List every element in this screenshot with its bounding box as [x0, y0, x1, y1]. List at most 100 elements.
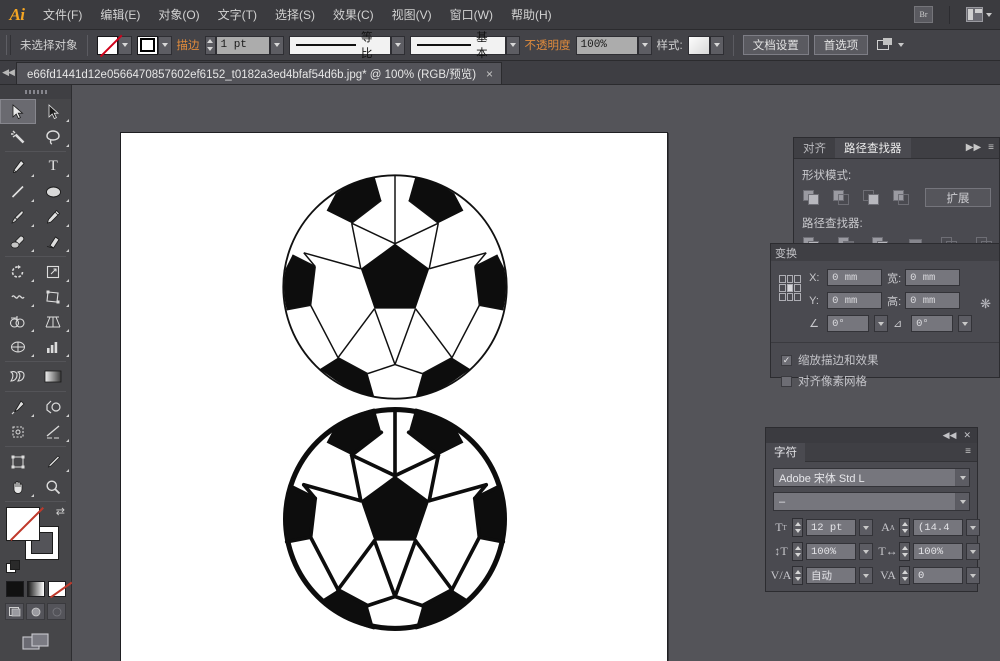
screen-mode-fullscreen-button[interactable]	[47, 603, 66, 620]
stepper-up-icon[interactable]	[795, 522, 801, 526]
rotate-input[interactable]: 0°	[827, 315, 869, 332]
magic-wand-tool[interactable]	[0, 124, 36, 149]
ref-point-mr[interactable]	[794, 284, 801, 292]
align-pixel-grid-option[interactable]: 对齐像素网格	[781, 373, 991, 389]
width-tool[interactable]	[0, 284, 36, 309]
expand-button[interactable]: 扩展	[925, 188, 991, 207]
stepper-down-icon[interactable]	[795, 577, 801, 581]
workspace-switcher-button[interactable]	[966, 7, 992, 22]
opacity-control[interactable]: 100%	[576, 36, 652, 55]
symbol-brush-tool[interactable]	[36, 449, 72, 474]
default-fill-stroke-icon[interactable]	[6, 560, 19, 573]
symbol-sprayer-tool[interactable]	[0, 364, 36, 389]
perspective-grid-tool[interactable]	[36, 309, 72, 334]
soccer-ball-thick[interactable]	[281, 405, 509, 638]
stepper-down-icon[interactable]	[795, 529, 801, 533]
ref-point-bc[interactable]	[787, 293, 794, 301]
font-family-dropdown-button[interactable]	[955, 469, 969, 486]
hand-tool[interactable]	[0, 474, 36, 499]
leading-stepper[interactable]	[899, 518, 910, 537]
font-family-select[interactable]: Adobe 宋体 Std L	[773, 468, 970, 487]
double-chevron-right-icon[interactable]: ▶▶	[966, 143, 981, 153]
height-input[interactable]: 0 mm	[905, 292, 960, 309]
control-bar-grip[interactable]	[6, 35, 11, 55]
brush-dropdown-button[interactable]	[506, 36, 520, 55]
artboard-tool[interactable]	[0, 419, 36, 444]
horizontal-scale-dropdown-button[interactable]	[966, 543, 980, 560]
preferences-button[interactable]: 首选项	[814, 35, 869, 55]
stroke-color-control[interactable]	[137, 36, 172, 55]
stepper-down-icon[interactable]	[902, 529, 908, 533]
pathfinder-exclude-button[interactable]	[892, 189, 912, 207]
pathfinder-unite-button[interactable]	[802, 189, 822, 207]
stepper-down-icon[interactable]	[902, 553, 908, 557]
close-icon[interactable]: ×	[486, 67, 493, 81]
tab-pathfinder[interactable]: 路径查找器	[835, 138, 911, 158]
ellipse-tool[interactable]	[36, 179, 72, 204]
blend-tool[interactable]	[36, 394, 72, 419]
opacity-input[interactable]: 100%	[576, 36, 638, 55]
bridge-icon[interactable]: Br	[914, 6, 933, 23]
selection-tool[interactable]	[0, 99, 36, 124]
stepper-up-icon[interactable]	[795, 570, 801, 574]
font-size-dropdown-button[interactable]	[859, 519, 873, 536]
menu-file[interactable]: 文件(F)	[34, 0, 91, 30]
font-size-input[interactable]: 12 pt	[806, 519, 856, 536]
align-pixel-grid-checkbox[interactable]	[781, 376, 792, 387]
pathfinder-intersect-button[interactable]	[862, 189, 882, 207]
menu-view[interactable]: 视图(V)	[383, 0, 441, 30]
stroke-weight-stepper[interactable]	[205, 36, 216, 55]
menu-type[interactable]: 文字(T)	[209, 0, 266, 30]
slice-tool[interactable]	[36, 419, 72, 444]
close-icon[interactable]: ✕	[963, 430, 971, 441]
rotate-tool[interactable]	[0, 259, 36, 284]
eyedropper-tool[interactable]	[0, 394, 36, 419]
pencil-tool[interactable]	[36, 204, 72, 229]
menu-help[interactable]: 帮助(H)	[502, 0, 561, 30]
constrain-proportions-icon[interactable]: ❋	[980, 296, 991, 312]
font-size-stepper[interactable]	[792, 518, 803, 537]
ref-point-bl[interactable]	[779, 293, 786, 301]
horizontal-scale-input[interactable]: 100%	[913, 543, 963, 560]
column-graph-tool[interactable]	[36, 334, 72, 359]
brush-definition-control[interactable]: 基本	[410, 36, 520, 55]
direct-selection-tool[interactable]	[36, 99, 72, 124]
stepper-up-icon[interactable]	[795, 546, 801, 550]
blob-brush-tool[interactable]	[0, 229, 36, 254]
scale-strokes-option[interactable]: ✓ 缩放描边和效果	[781, 352, 991, 368]
stepper-up-icon[interactable]	[902, 522, 908, 526]
free-transform-box-tool[interactable]	[0, 449, 36, 474]
mesh-tool[interactable]	[0, 334, 36, 359]
tracking-dropdown-button[interactable]	[966, 567, 980, 584]
stepper-up-icon[interactable]	[902, 570, 908, 574]
vertical-scale-control[interactable]: ↕T 100%	[773, 542, 873, 561]
shear-dropdown-button[interactable]	[958, 315, 972, 332]
transform-tab-label[interactable]: 变换	[775, 245, 797, 261]
line-segment-tool[interactable]	[0, 179, 36, 204]
vertical-scale-dropdown-button[interactable]	[859, 543, 873, 560]
leading-control[interactable]: AA (14.4	[880, 518, 980, 537]
menu-effect[interactable]: 效果(C)	[324, 0, 383, 30]
kerning-stepper[interactable]	[792, 566, 803, 585]
vertical-scale-stepper[interactable]	[792, 542, 803, 561]
pen-tool[interactable]	[0, 154, 36, 179]
scale-tool[interactable]	[36, 259, 72, 284]
ref-point-mc[interactable]	[787, 284, 794, 292]
x-input[interactable]: 0 mm	[827, 269, 882, 286]
document-setup-button[interactable]: 文档设置	[743, 35, 809, 55]
stepper-down-icon[interactable]	[207, 47, 213, 51]
graphic-style-control[interactable]	[688, 36, 724, 55]
tracking-input[interactable]: 0	[913, 567, 963, 584]
pathfinder-minus-front-button[interactable]	[832, 189, 852, 207]
leading-input[interactable]: (14.4	[913, 519, 963, 536]
screen-mode-normal-button[interactable]	[5, 603, 24, 620]
graphic-style-dropdown-button[interactable]	[710, 36, 724, 55]
width-profile-preview[interactable]: 等比	[289, 36, 391, 55]
panel-menu-icon[interactable]: ≡	[965, 447, 977, 457]
stroke-swatch-icon[interactable]	[137, 36, 158, 55]
lasso-tool[interactable]	[36, 124, 72, 149]
brush-preview[interactable]: 基本	[410, 36, 506, 55]
arrange-documents-control[interactable]	[877, 38, 904, 52]
artboard[interactable]	[120, 132, 668, 661]
stroke-weight-label[interactable]: 描边	[177, 37, 200, 53]
